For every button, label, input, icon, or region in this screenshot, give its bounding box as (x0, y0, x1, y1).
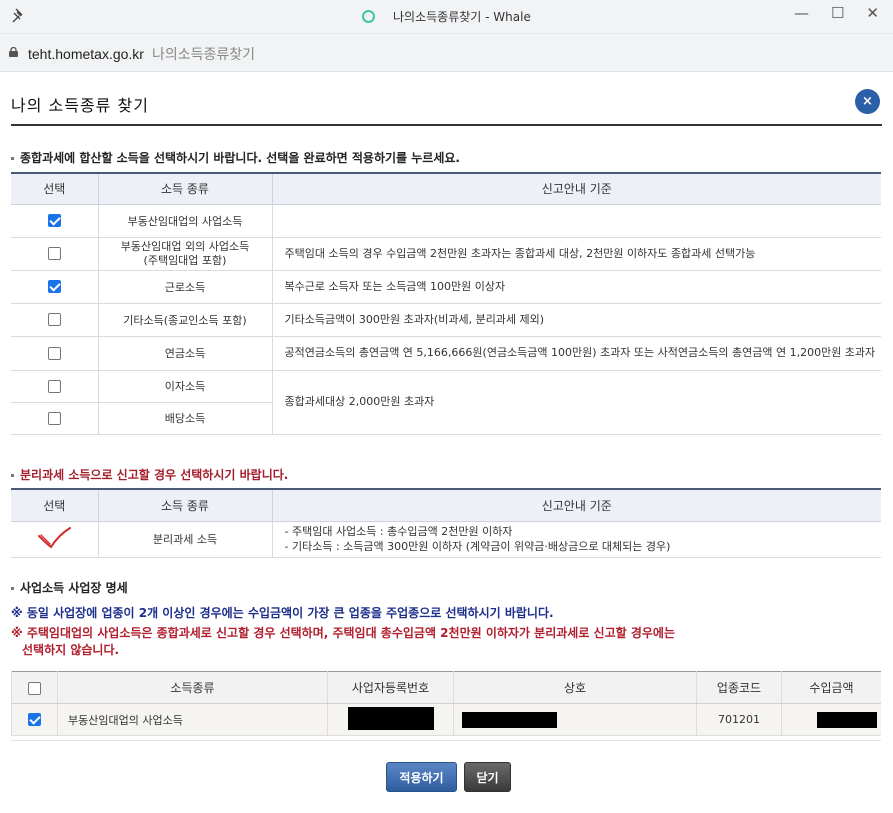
select-checkbox[interactable] (47, 247, 61, 261)
guide-line-2: - 기타소득 : 소득금액 300만원 이하자 (계약금이 위약금·배상금으로 … (284, 540, 671, 553)
window-title: 나의소득종류찾기 - Whale (393, 10, 531, 24)
select-all-checkbox[interactable] (28, 681, 41, 695)
bullet-icon (11, 157, 14, 160)
col-select: 선택 (11, 173, 98, 205)
minimize-button[interactable]: — (794, 4, 809, 22)
income-type: 부동산임대업 외의 사업소득 (주택임대업 포함) (97, 237, 272, 271)
separate-income-table: 선택 소득 종류 신고안내 기준 분리과세 소득 - 주택임대 사업소득 : 총… (11, 488, 881, 558)
popup-title: 나의 소득종류 찾기 (11, 96, 149, 115)
table-row: 근로소득 복수근로 소득자 또는 소득금액 100만원 이상자 (11, 270, 881, 304)
guide-text: 기타소득금액이 300만원 초과자(비과세, 분리과세 제외) (271, 303, 881, 337)
url-page-title: 나의소득종류찾기 (151, 46, 255, 62)
section-business-heading: 사업소득 사업장 명세 (11, 579, 128, 596)
col-income-type: 소득 종류 (97, 173, 272, 205)
table-row: 기타소득(종교인소득 포함) 기타소득금액이 300만원 초과자(비과세, 분리… (11, 303, 881, 337)
divider (11, 740, 881, 741)
income-type: 이자소득 (97, 370, 272, 403)
table-row: 부동산임대업 외의 사업소득 (주택임대업 포함) 주택임대 소득의 경우 수입… (11, 237, 881, 271)
select-checkbox[interactable] (47, 411, 61, 425)
close-button[interactable]: 닫기 (464, 762, 511, 792)
notice-main-industry: ※ 동일 사업장에 업종이 2개 이상인 경우에는 수입금액이 가장 큰 업종을… (11, 606, 554, 620)
table-row: 부동산임대업의 사업소득 701201 (11, 703, 881, 736)
business-place-table: 소득종류 사업자등록번호 상호 업종코드 수입금액 부동산임대업의 사업소득 7… (11, 671, 881, 736)
bullet-icon (11, 587, 14, 590)
select-cell[interactable] (11, 521, 98, 558)
industry-code: 701201 (696, 703, 782, 736)
col-guide: 신고안내 기준 (271, 173, 881, 205)
col-industry-code: 업종코드 (696, 671, 782, 704)
select-checkbox[interactable] (47, 280, 61, 294)
select-checkbox[interactable] (47, 346, 61, 360)
popup-header: 나의 소득종류 찾기 × (11, 72, 882, 126)
select-all-cell (11, 671, 58, 704)
maximize-button[interactable]: ☐ (831, 4, 844, 22)
redacted-revenue (817, 711, 877, 728)
col-revenue: 수입금액 (781, 671, 881, 704)
guide-text: 복수근로 소득자 또는 소득금액 100만원 이상자 (271, 270, 881, 304)
browser-titlebar: 나의소득종류찾기 - Whale — ☐ ✕ (0, 0, 893, 34)
select-checkbox[interactable] (47, 379, 61, 393)
close-window-button[interactable]: ✕ (866, 4, 879, 22)
select-checkbox[interactable] (47, 214, 61, 228)
col-income-type: 소득 종류 (97, 489, 272, 522)
guide-text: - 주택임대 사업소득 : 총수입금액 2천만원 이하자 - 기타소득 : 소득… (271, 521, 881, 558)
red-checkmark-icon (38, 526, 72, 548)
col-business-number: 사업자등록번호 (327, 671, 454, 704)
select-checkbox[interactable] (47, 313, 61, 327)
income-type: 부동산임대업의 사업소득 (57, 703, 328, 736)
guide-line-1: - 주택임대 사업소득 : 총수입금액 2천만원 이하자 (284, 525, 513, 538)
section-separate-heading: 분리과세 소득으로 신고할 경우 선택하시기 바랍니다. (11, 466, 288, 483)
income-type: 부동산임대업의 사업소득 (97, 204, 272, 238)
col-business-name: 상호 (453, 671, 697, 704)
table-row: 연금소득 공적연금소득의 총연금액 연 5,166,666원(연금소득금액 10… (11, 336, 881, 371)
popup-close-button[interactable]: × (855, 89, 880, 114)
apply-button[interactable]: 적용하기 (386, 762, 457, 792)
guide-text: 주택임대 소득의 경우 수입금액 2천만원 초과자는 종합과세 대상, 2천만원… (271, 237, 881, 271)
income-type: 분리과세 소득 (97, 521, 272, 558)
redacted-business-number (347, 706, 434, 730)
whale-loading-icon (362, 10, 376, 23)
income-type: 근로소득 (97, 270, 272, 304)
guide-text: 종합과세대상 2,000만원 초과자 (271, 370, 881, 435)
lock-icon (9, 47, 18, 57)
col-guide: 신고안내 기준 (271, 489, 881, 522)
table-row: 이자소득 종합과세대상 2,000만원 초과자 (11, 370, 881, 435)
col-select: 선택 (11, 489, 98, 522)
guide-text: 공적연금소득의 총연금액 연 5,166,666원(연금소득금액 100만원) … (271, 336, 881, 371)
address-bar[interactable]: teht.hometax.go.kr 나의소득종류찾기 (0, 34, 893, 72)
income-type: 연금소득 (97, 336, 272, 371)
bullet-icon (11, 474, 14, 477)
col-income-type: 소득종류 (57, 671, 328, 704)
table-row: 분리과세 소득 - 주택임대 사업소득 : 총수입금액 2천만원 이하자 - 기… (11, 521, 881, 558)
income-type: 기타소득(종교인소득 포함) (97, 303, 272, 337)
url-text: teht.hometax.go.kr (28, 46, 144, 62)
select-checkbox[interactable] (28, 713, 41, 727)
combined-income-table: 선택 소득 종류 신고안내 기준 부동산임대업의 사업소득 부동산임대업 외의 … (11, 172, 881, 435)
guide-text (271, 204, 881, 238)
table-row: 부동산임대업의 사업소득 (11, 204, 881, 238)
redacted-business-name (462, 711, 557, 728)
section-combined-heading: 종합과세에 합산할 소득을 선택하시기 바랍니다. 선택을 완료하면 적용하기를… (11, 149, 460, 166)
income-type: 배당소득 (97, 402, 272, 435)
notice-housing-rental: ※ 주택임대업의 사업소득은 종합과세로 신고할 경우 선택하며, 주택임대 총… (11, 626, 676, 657)
